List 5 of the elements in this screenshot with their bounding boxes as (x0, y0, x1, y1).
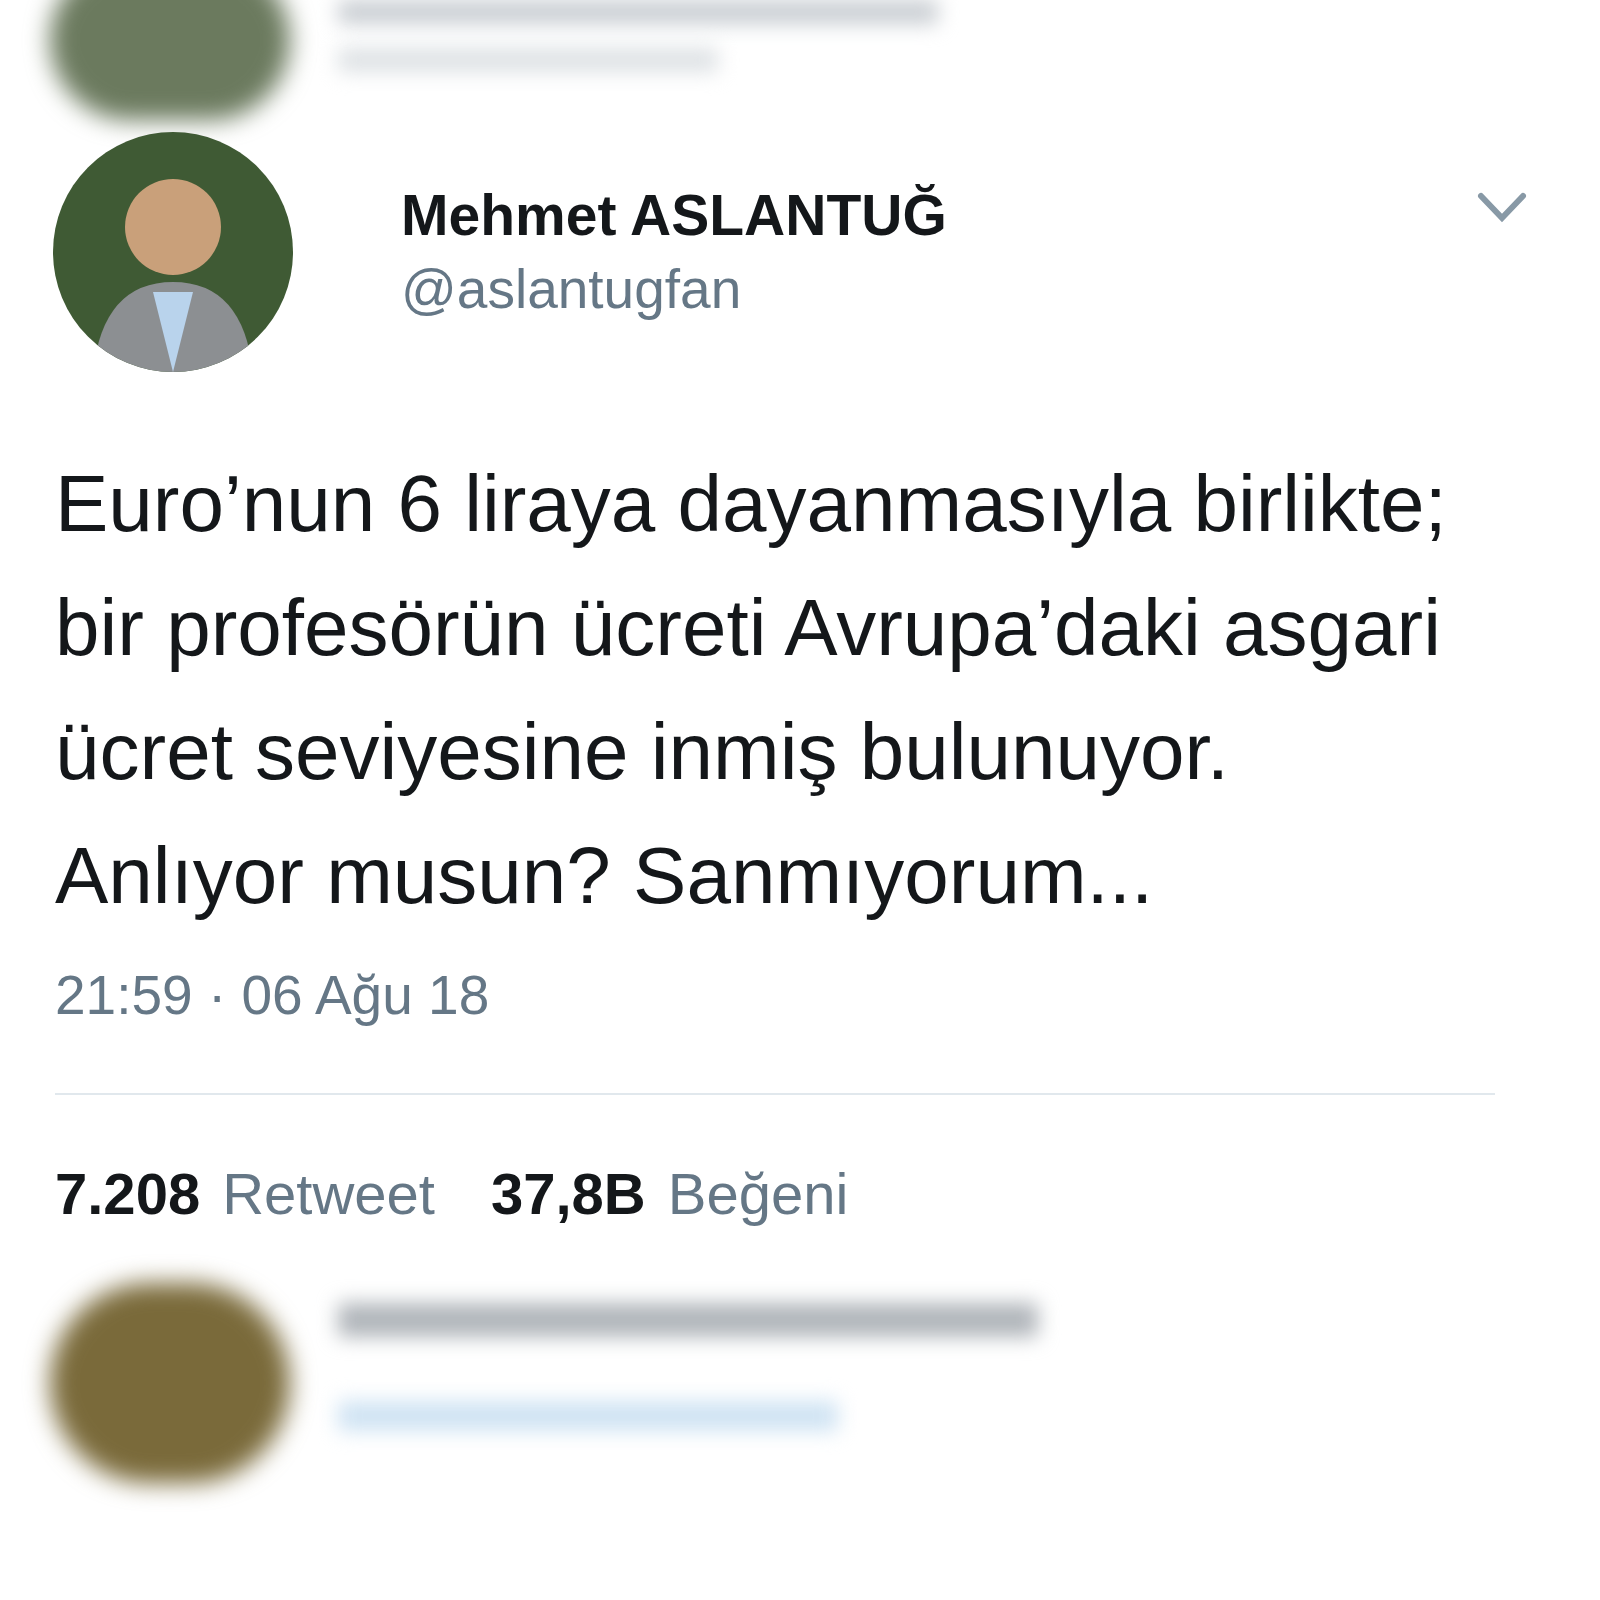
stat-label[interactable]: Retweet (222, 1165, 435, 1223)
chevron-down-icon[interactable] (1477, 192, 1527, 224)
stat-count: 37,8B (490, 1165, 646, 1223)
stat-count: 7.208 (55, 1165, 201, 1223)
tweet-text: Euro’nun 6 liraya dayanmasıyla birlikte; bir profesörün ücreti Avrupa’daki asgari ücret seviyesine inmiş bulunuyor. Anlıyor musun? Sanmıyorum... (55, 458, 1448, 922)
